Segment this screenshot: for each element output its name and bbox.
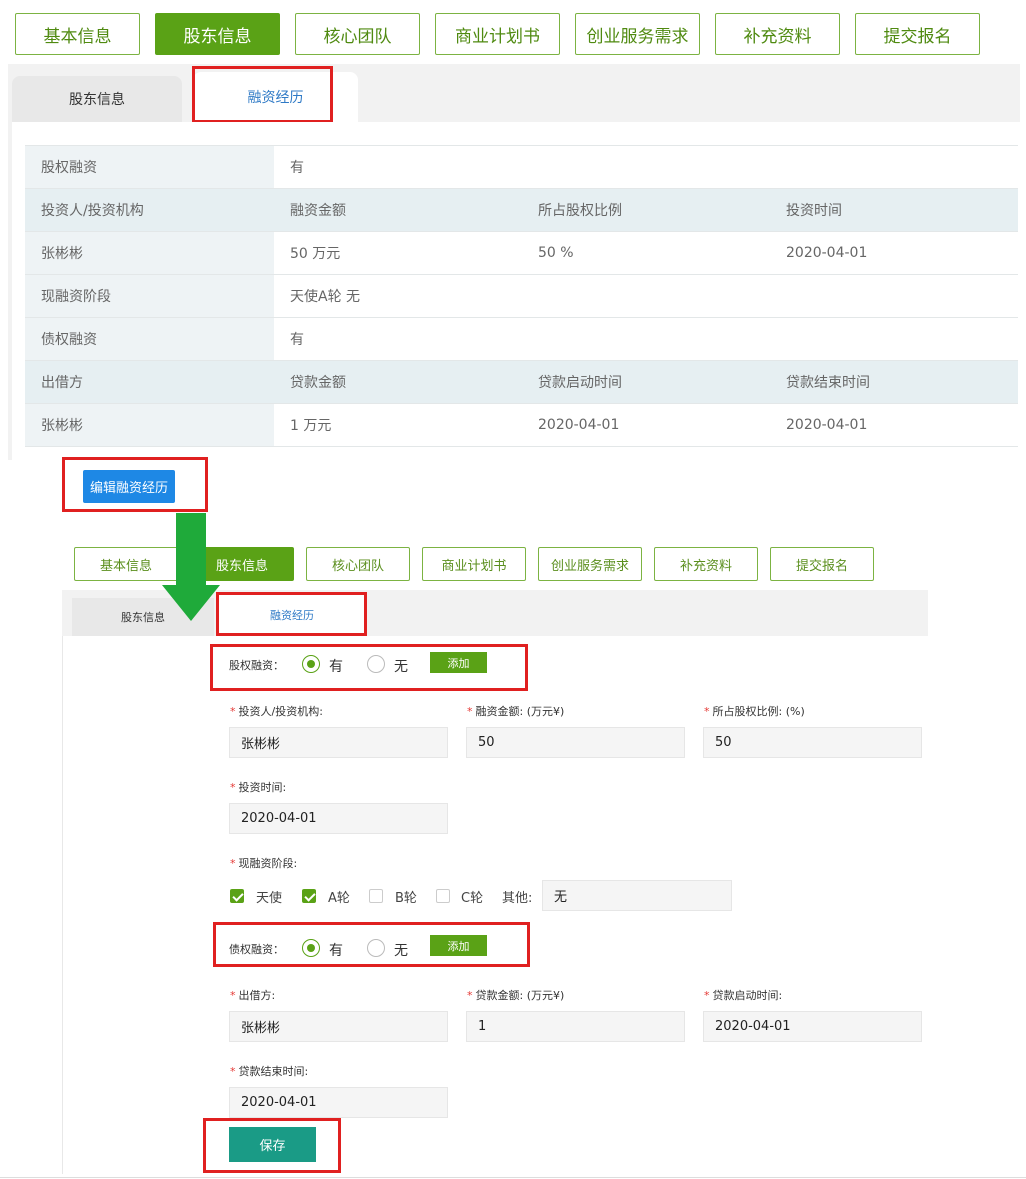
lender-label: * 出借方:: [230, 989, 276, 1002]
table-cell: 50 万元: [274, 231, 522, 275]
loan-amount-input[interactable]: 1: [466, 1011, 685, 1042]
stage-other-label: 其他:: [502, 891, 533, 906]
table-cell: 1 万元: [274, 403, 522, 447]
down-arrow-icon: [176, 513, 206, 587]
table-header: 投资人/投资机构: [25, 188, 274, 232]
highlight-debt-row: [213, 922, 530, 967]
step-core-team[interactable]: 核心团队: [306, 547, 410, 581]
loan-start-input[interactable]: 2020-04-01: [703, 1011, 922, 1042]
table-header: 所占股权比例: [522, 188, 770, 232]
step-business-plan[interactable]: 商业计划书: [435, 13, 560, 55]
table-row: 债权融资 有: [25, 317, 1019, 361]
investor-input[interactable]: 张彬彬: [229, 727, 448, 758]
table-cell: 现融资阶段: [25, 274, 274, 318]
loan-start-label: * 贷款启动时间:: [704, 989, 783, 1002]
table-header: 融资金额: [274, 188, 522, 232]
table-header: 出借方: [25, 360, 274, 404]
amount-input[interactable]: 50: [466, 727, 685, 758]
step-submit[interactable]: 提交报名: [855, 13, 980, 55]
stage-a-checkbox[interactable]: [302, 889, 316, 903]
investor-label: * 投资人/投资机构:: [230, 705, 323, 718]
table-header: 贷款结束时间: [770, 360, 1019, 404]
step-supplement[interactable]: 补充资料: [654, 547, 758, 581]
table-header: 投资时间: [770, 188, 1019, 232]
table-cell: 2020-04-01: [770, 403, 1019, 447]
table-cell: 张彬彬: [25, 403, 274, 447]
loan-end-label: * 贷款结束时间:: [230, 1065, 309, 1078]
table-row: 现融资阶段 天使A轮 无: [25, 274, 1019, 318]
table-cell: 有: [274, 317, 1019, 361]
table-header: 贷款启动时间: [522, 360, 770, 404]
highlight-equity-row: [210, 644, 528, 691]
loan-end-input[interactable]: 2020-04-01: [229, 1087, 448, 1118]
amount-label: * 融资金额: (万元¥): [467, 705, 565, 718]
stage-c-label: C轮: [461, 891, 484, 906]
loan-amount-label: * 贷款金额: (万元¥): [467, 989, 565, 1002]
invest-time-label: * 投资时间:: [230, 781, 287, 794]
financing-table: 股权融资 有 投资人/投资机构 融资金额 所占股权比例 投资时间 张彬彬 50 …: [25, 145, 1019, 447]
table-header-row: 投资人/投资机构 融资金额 所占股权比例 投资时间: [25, 188, 1019, 232]
step-business-plan[interactable]: 商业计划书: [422, 547, 526, 581]
table-row: 张彬彬 1 万元 2020-04-01 2020-04-01: [25, 403, 1019, 447]
table-cell: 有: [274, 145, 1019, 189]
table-header-row: 出借方 贷款金额 贷款启动时间 贷款结束时间: [25, 360, 1019, 404]
divider: [0, 1177, 1026, 1178]
step-basic-info[interactable]: 基本信息: [15, 13, 140, 55]
highlight-financing-tab-edit: [216, 592, 367, 636]
stage-other-input[interactable]: 无: [542, 880, 732, 911]
highlight-financing-tab: [192, 66, 333, 123]
stage-label: * 现融资阶段:: [230, 857, 298, 870]
step-shareholder-info[interactable]: 股东信息: [155, 13, 280, 55]
table-row: 张彬彬 50 万元 50 % 2020-04-01: [25, 231, 1019, 275]
table-cell: 2020-04-01: [770, 231, 1019, 275]
stage-angel-checkbox[interactable]: [230, 889, 244, 903]
table-cell: 50 %: [522, 231, 770, 275]
stage-b-checkbox[interactable]: [369, 889, 383, 903]
table-cell: 股权融资: [25, 145, 274, 189]
invest-time-input[interactable]: 2020-04-01: [229, 803, 448, 834]
step-basic-info[interactable]: 基本信息: [74, 547, 178, 581]
step-nav: 基本信息 股东信息 核心团队 商业计划书 创业服务需求 补充资料 提交报名: [15, 13, 980, 55]
step-submit[interactable]: 提交报名: [770, 547, 874, 581]
down-arrow-head-icon: [162, 585, 220, 621]
table-row: 股权融资 有: [25, 145, 1019, 189]
step-service-needs[interactable]: 创业服务需求: [575, 13, 700, 55]
table-cell: 张彬彬: [25, 231, 274, 275]
step-core-team[interactable]: 核心团队: [295, 13, 420, 55]
highlight-save-button: [203, 1118, 341, 1173]
ratio-label: * 所占股权比例: (%): [704, 705, 805, 718]
tab-shareholder-info[interactable]: 股东信息: [12, 76, 182, 122]
highlight-edit-button: [62, 457, 208, 512]
table-header: 贷款金额: [274, 360, 522, 404]
table-cell: 债权融资: [25, 317, 274, 361]
lender-input[interactable]: 张彬彬: [229, 1011, 448, 1042]
ratio-input[interactable]: 50: [703, 727, 922, 758]
stage-angel-label: 天使: [256, 891, 283, 906]
stage-b-label: B轮: [395, 891, 417, 906]
stage-c-checkbox[interactable]: [436, 889, 450, 903]
table-cell: 天使A轮 无: [274, 274, 1019, 318]
step-service-needs[interactable]: 创业服务需求: [538, 547, 642, 581]
step-supplement[interactable]: 补充资料: [715, 13, 840, 55]
table-cell: 2020-04-01: [522, 403, 770, 447]
stage-a-label: A轮: [328, 891, 350, 906]
